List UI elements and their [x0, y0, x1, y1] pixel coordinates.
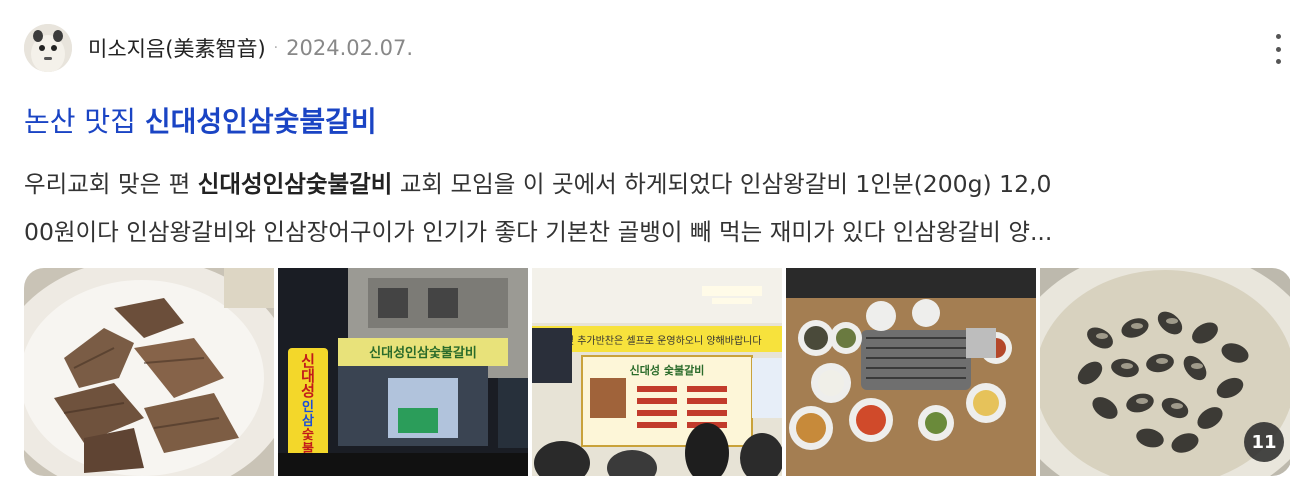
post-snippet: 우리교회 맞은 편 신대성인삼숯불갈비 교회 모임을 이 곳에서 하게되었다 인…	[24, 160, 1294, 256]
photo-menu-board[interactable]: 기 및 추가반찬은 셀프로 운영하오니 양해바랍니다 신대성 숯불갈비	[532, 268, 782, 476]
photo-restaurant-exterior[interactable]: 신 대 성 인 삼 숯 불 신대성인삼숯불갈비	[278, 268, 528, 476]
sign-char: 숯	[302, 428, 314, 443]
post-date: 2024.02.07.	[286, 36, 414, 60]
snippet-highlight: 신대성인삼숯불갈비	[197, 170, 393, 198]
more-photos-badge[interactable]: 11	[1244, 422, 1284, 462]
title-highlight: 신대성인삼숯불갈비	[144, 105, 377, 138]
photo-sea-snails[interactable]: 11	[1040, 268, 1290, 476]
store-sign: 신대성인삼숯불갈비	[369, 345, 477, 361]
photo-strip: 신 대 성 인 삼 숯 불 신대성인삼숯불갈비 기 및 추가반찬은 셀프로 운영…	[24, 268, 1292, 476]
menu-title: 신대성 숯불갈비	[630, 363, 705, 377]
snippet-line-1: 우리교회 맞은 편 신대성인삼숯불갈비 교회 모임을 이 곳에서 하게되었다 인…	[24, 160, 1294, 208]
photo-grilled-ribs[interactable]	[24, 268, 274, 476]
meta-separator: ·	[273, 40, 279, 56]
author-avatar[interactable]	[24, 24, 72, 72]
author-name[interactable]: 미소지음(美素智音)	[88, 33, 266, 63]
photo-table-setting[interactable]	[786, 268, 1036, 476]
snippet-line-2: 00원이다 인삼왕갈비와 인삼장어구이가 인기가 좋다 기본찬 골뱅이 빼 먹는…	[24, 218, 1053, 246]
snippet-text: 우리교회 맞은 편	[24, 170, 198, 198]
title-prefix: 논산 맛집	[24, 105, 145, 138]
sign-char: 삼	[302, 413, 314, 429]
post-header: 미소지음(美素智音) · 2024.02.07.	[24, 24, 1284, 72]
menu-banner: 기 및 추가반찬은 셀프로 운영하오니 양해바랍니다	[552, 334, 761, 347]
sign-char: 성	[301, 382, 315, 400]
snippet-text: 교회 모임을 이 곳에서 하게되었다 인삼왕갈비 1인분(200g) 12,0	[392, 170, 1052, 198]
sign-char: 인	[302, 399, 314, 415]
post-title-link[interactable]: 논산 맛집 신대성인삼숯불갈비	[24, 100, 377, 140]
more-vert-icon[interactable]	[1272, 34, 1284, 64]
